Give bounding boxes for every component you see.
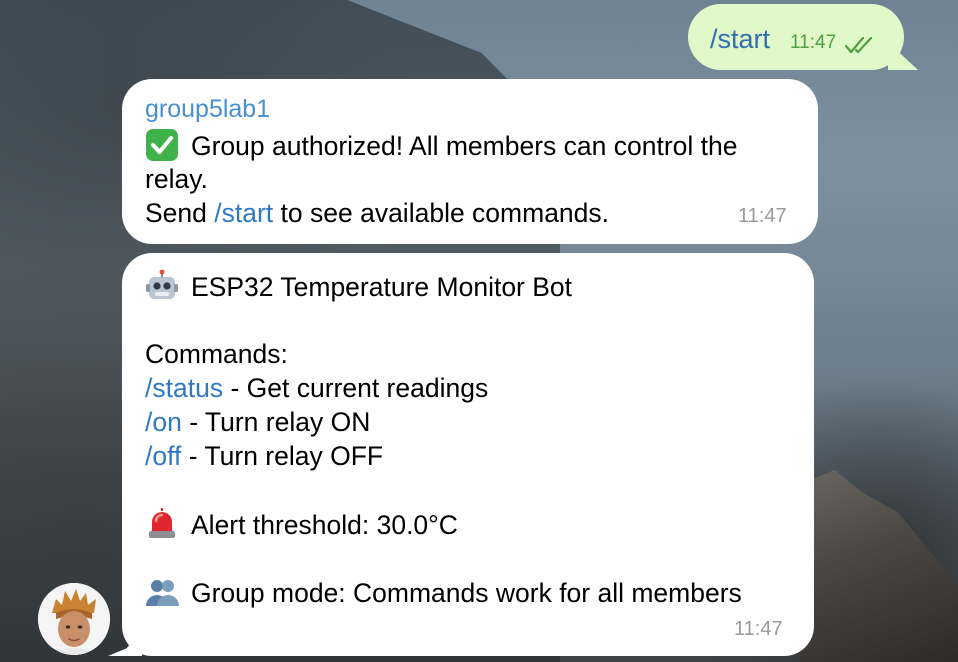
- message-line: Group mode: Commands work for all member…: [145, 575, 742, 610]
- sender-name[interactable]: group5lab1: [145, 93, 270, 125]
- incoming-message-bubble[interactable]: ESP32 Temperature Monitor Bot Commands: …: [122, 253, 814, 656]
- message-line: /status - Get current readings: [145, 371, 488, 405]
- message-text: Group mode: Commands work for all member…: [191, 578, 742, 608]
- message-text: Commands:: [145, 339, 288, 369]
- message-text: to see available commands.: [273, 198, 610, 228]
- wallpaper-rock: [800, 470, 958, 662]
- message-text: Alert threshold: 30.0°C: [191, 510, 458, 540]
- double-check-icon: [844, 36, 873, 54]
- message-line: /off - Turn relay OFF: [145, 439, 383, 473]
- message-text: Send: [145, 198, 215, 228]
- off-command-link[interactable]: /off: [145, 441, 181, 471]
- group-emoji-icon: [146, 580, 179, 606]
- start-command-link[interactable]: /start: [214, 198, 273, 228]
- check-mark-emoji-icon: [146, 129, 178, 161]
- status-command-link[interactable]: /status: [145, 373, 223, 403]
- avatar-image: [38, 583, 110, 655]
- message-text: - Turn relay ON: [181, 407, 371, 437]
- siren-emoji-icon: [149, 508, 175, 538]
- message-time: 11:47: [734, 618, 783, 640]
- message-line: ESP32 Temperature Monitor Bot: [145, 269, 572, 304]
- message-text: ESP32 Temperature Monitor Bot: [191, 272, 573, 302]
- message-line: relay.: [145, 162, 208, 196]
- message-text: Group authorized! All members can contro…: [191, 131, 738, 161]
- outgoing-message-bubble[interactable]: /start 11:47: [688, 4, 904, 70]
- message-line: Send /start to see available commands.: [145, 196, 609, 230]
- message-time: 11:47: [738, 205, 787, 227]
- outgoing-message-time: 11:47: [790, 32, 837, 53]
- on-command-link[interactable]: /on: [145, 407, 182, 437]
- robot-emoji-icon: [146, 269, 178, 299]
- message-text: - Turn relay OFF: [181, 441, 384, 471]
- message-line: /on - Turn relay ON: [145, 405, 370, 439]
- outgoing-message-text: /start: [710, 24, 771, 54]
- message-line: Commands:: [145, 337, 288, 371]
- message-line: Alert threshold: 30.0°C: [145, 507, 458, 542]
- avatar[interactable]: [38, 583, 110, 655]
- message-line: Group authorized! All members can contro…: [145, 128, 737, 163]
- incoming-message-bubble[interactable]: group5lab1 Group authorized! All members…: [122, 79, 818, 244]
- message-text: relay.: [145, 164, 208, 194]
- message-text: - Get current readings: [223, 373, 489, 403]
